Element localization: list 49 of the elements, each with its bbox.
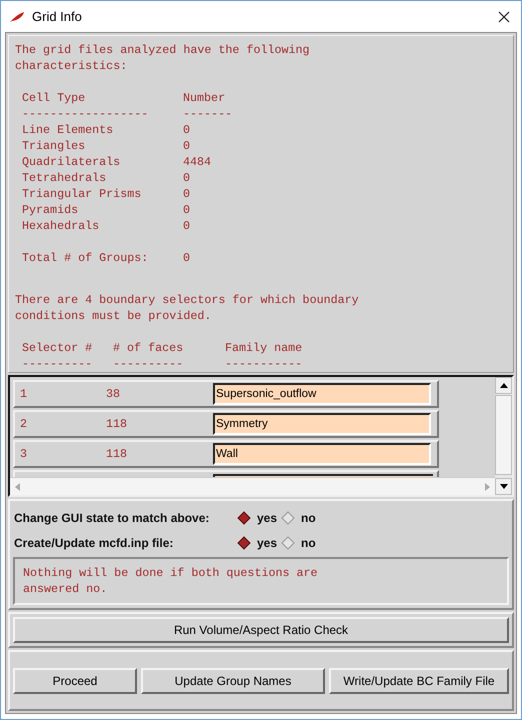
radio-label[interactable]: no (301, 536, 316, 550)
cell-count: 0 (183, 218, 192, 234)
header-rule: ------- (183, 106, 234, 122)
radio-label[interactable]: no (301, 510, 316, 524)
total-label: Total # of Groups: (22, 250, 150, 266)
column-header: Number (183, 90, 226, 106)
face-count: 118 (106, 447, 128, 461)
question-label: Change GUI state to match above: (13, 510, 210, 524)
question-label: Create/Update mcfd.inp file: (13, 536, 174, 550)
intro-text: The grid files analyzed have the following characteristics: (15, 42, 311, 74)
face-count: 118 (106, 417, 128, 431)
window-title: Grid Info (32, 9, 83, 24)
selector-number: 2 (19, 417, 28, 431)
cell-type: Quadrilaterals (22, 154, 122, 170)
family-name-field[interactable]: Wall (213, 443, 431, 465)
face-count: 38 (106, 387, 122, 401)
cell-count: 0 (183, 122, 192, 138)
total-value: 0 (183, 250, 192, 266)
column-header: Selector # (22, 340, 94, 356)
family-name-field[interactable]: Supersonic_outflow (213, 383, 431, 405)
cell-type: Tetrahedrals (22, 170, 108, 186)
cell-count: 0 (183, 202, 192, 218)
family-name-field[interactable]: Symmetry (213, 413, 431, 435)
header-rule: ------------------ (22, 106, 150, 122)
radio-label[interactable]: yes (257, 536, 278, 550)
selector-number: 3 (19, 447, 28, 461)
cell-count: 0 (183, 170, 192, 186)
cell-type: Triangles (22, 138, 86, 154)
column-header: Family name (225, 340, 304, 356)
column-header: Cell Type (22, 90, 86, 106)
header-rule: ---------- (113, 356, 184, 372)
cell-type: Triangular Prisms (22, 186, 142, 202)
cell-type: Line Elements (22, 122, 114, 138)
action-button[interactable]: Write/Update BC Family File (329, 668, 509, 694)
cell-count: 0 (183, 186, 192, 202)
header-rule: ---------- (22, 356, 94, 372)
selector-number: 1 (19, 387, 28, 401)
cell-count: 0 (183, 138, 192, 154)
radio-label[interactable]: yes (257, 510, 278, 524)
check-button[interactable]: Run Volume/Aspect Ratio Check (13, 617, 509, 643)
column-header: # of faces (113, 340, 184, 356)
boundary-note: There are 4 boundary selectors for which boundary conditions must be provided. (15, 292, 360, 324)
cell-count: 4484 (183, 154, 212, 170)
header-rule: ----------- (225, 356, 304, 372)
action-button[interactable]: Proceed (13, 668, 137, 694)
cell-type: Hexahedrals (22, 218, 100, 234)
action-button[interactable]: Update Group Names (141, 668, 325, 694)
cell-type: Pyramids (22, 202, 80, 218)
warning-text: Nothing will be done if both questions are answered no. (23, 565, 319, 597)
